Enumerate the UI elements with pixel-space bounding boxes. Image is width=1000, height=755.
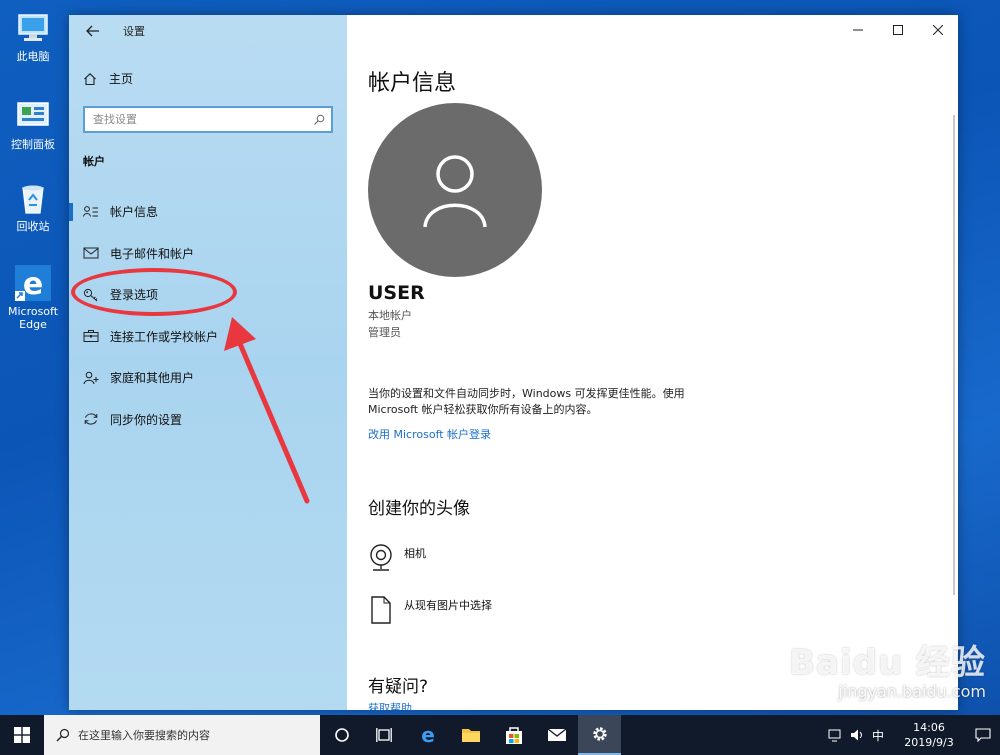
- sidebar-item-work-school[interactable]: 连接工作或学校帐户: [69, 316, 347, 358]
- sidebar-item-label: 同步你的设置: [110, 412, 183, 427]
- sidebar-nav: 帐户信息 电子邮件和帐户 登录选项 连接工作或学校帐户 家庭和其他用户 同步你的…: [69, 191, 347, 440]
- search-input[interactable]: [93, 113, 293, 126]
- input-method-indicator[interactable]: 中: [872, 727, 884, 744]
- key-icon: [83, 288, 98, 302]
- home-icon: [84, 72, 96, 85]
- action-center-button[interactable]: [966, 728, 1000, 742]
- settings-search-box[interactable]: [83, 106, 333, 133]
- window-title: 设置: [123, 25, 145, 38]
- taskbar-search-input[interactable]: [78, 728, 318, 742]
- system-tray: 中 14:06 2019/9/3: [828, 715, 1000, 755]
- close-icon: [933, 25, 943, 35]
- desktop-icon-label: 回收站: [16, 220, 50, 233]
- picture-file-icon: [371, 596, 391, 624]
- maximize-button[interactable]: [878, 15, 918, 45]
- taskbar-store[interactable]: [492, 715, 535, 755]
- desktop-icon-control-panel[interactable]: 控制面板: [4, 98, 62, 151]
- account-type: 本地帐户: [368, 309, 412, 322]
- camera-option[interactable]: 相机: [368, 543, 426, 573]
- taskbar-file-explorer[interactable]: [449, 715, 492, 755]
- recycle-bin-icon: [22, 185, 44, 214]
- sidebar-item-account-info[interactable]: 帐户信息: [69, 191, 347, 233]
- search-icon[interactable]: [313, 114, 325, 126]
- faq-heading: 有疑问?: [368, 677, 429, 697]
- sync-icon: [84, 413, 98, 425]
- camera-icon: [370, 544, 392, 571]
- section-label: 帐户: [83, 155, 105, 168]
- choose-picture-label: 从现有图片中选择: [404, 599, 492, 612]
- taskbar-mail[interactable]: [535, 715, 578, 755]
- sidebar-item-label: 连接工作或学校帐户: [110, 329, 219, 344]
- window-controls: [838, 15, 958, 45]
- user-avatar-icon: [423, 155, 487, 228]
- sidebar-item-family-users[interactable]: 家庭和其他用户: [69, 357, 347, 399]
- volume-icon[interactable]: [850, 728, 864, 742]
- computer-icon: [18, 14, 48, 41]
- taskbar: e: [0, 715, 1000, 755]
- taskbar-search-box[interactable]: [44, 715, 320, 755]
- settings-main-panel: 帐户信息 USER 本地帐户 管理员 当你的设置和文件自动同步时，Windows…: [347, 15, 958, 710]
- settings-window: 设置 主页 帐户 帐户信息: [69, 15, 958, 710]
- mail-icon: [83, 247, 99, 259]
- windows-logo-icon: [14, 727, 30, 743]
- gear-icon: [592, 727, 607, 741]
- notification-icon: [975, 728, 991, 742]
- control-panel-icon: [17, 102, 49, 126]
- sidebar-item-label: 登录选项: [110, 288, 159, 303]
- desktop-icon-label: Microsoft Edge: [7, 305, 59, 331]
- page-title: 帐户信息: [368, 71, 457, 96]
- desktop-icon-recycle-bin[interactable]: 回收站: [4, 180, 62, 233]
- account-info-icon: [83, 205, 98, 217]
- sidebar-item-email-accounts[interactable]: 电子邮件和帐户: [69, 233, 347, 275]
- cortana-icon: [334, 728, 349, 742]
- taskbar-edge[interactable]: e: [406, 715, 449, 755]
- sidebar-item-sign-in-options[interactable]: 登录选项: [69, 274, 347, 316]
- close-button[interactable]: [918, 15, 958, 45]
- camera-option-label: 相机: [404, 547, 426, 560]
- clock-time: 14:06: [913, 721, 945, 734]
- svg-text:e: e: [23, 267, 43, 301]
- search-icon: [56, 728, 70, 742]
- settings-sidebar: 设置 主页 帐户 帐户信息: [69, 15, 347, 710]
- avatar: [368, 103, 542, 277]
- add-user-icon: [83, 371, 99, 384]
- switch-to-microsoft-account-link[interactable]: 改用 Microsoft 帐户登录: [368, 426, 491, 442]
- network-icon[interactable]: [828, 728, 842, 742]
- task-view-button[interactable]: [363, 715, 406, 755]
- folder-icon: [461, 729, 480, 742]
- svg-text:e: e: [421, 725, 435, 745]
- create-avatar-heading: 创建你的头像: [368, 499, 470, 519]
- sidebar-item-label: 家庭和其他用户: [110, 371, 195, 386]
- edge-icon: e: [421, 725, 435, 745]
- briefcase-icon: [83, 330, 99, 343]
- desktop-icon-label: 控制面板: [11, 138, 55, 151]
- sidebar-item-label: 主页: [109, 72, 134, 86]
- scrollbar[interactable]: [953, 115, 955, 595]
- desktop-icon-edge[interactable]: e Microsoft Edge: [4, 265, 62, 331]
- maximize-icon: [893, 25, 903, 35]
- back-arrow-icon[interactable]: [83, 21, 103, 41]
- desktop-icon-label: 此电脑: [16, 50, 50, 63]
- clock-date: 2019/9/3: [904, 736, 954, 749]
- account-role: 管理员: [368, 326, 401, 339]
- choose-picture-option[interactable]: 从现有图片中选择: [368, 595, 492, 625]
- desktop-icon-this-pc[interactable]: 此电脑: [4, 10, 62, 63]
- get-help-link[interactable]: 获取帮助: [368, 700, 412, 710]
- start-button[interactable]: [0, 715, 44, 755]
- sync-description: 当你的设置和文件自动同步时，Windows 可发挥更佳性能。使用 Microso…: [368, 387, 685, 416]
- cortana-button[interactable]: [320, 715, 363, 755]
- minimize-button[interactable]: [838, 15, 878, 45]
- store-icon: [505, 727, 522, 744]
- sidebar-item-label: 帐户信息: [110, 205, 159, 220]
- taskbar-settings[interactable]: [578, 715, 621, 755]
- task-view-icon: [375, 728, 392, 742]
- sidebar-item-home[interactable]: 主页: [83, 70, 133, 87]
- sidebar-item-sync-settings[interactable]: 同步你的设置: [69, 399, 347, 441]
- sidebar-item-label: 电子邮件和帐户: [110, 246, 195, 261]
- user-name: USER: [368, 282, 425, 304]
- mail-icon: [547, 728, 566, 741]
- edge-icon: e: [15, 265, 51, 301]
- taskbar-clock[interactable]: 14:06 2019/9/3: [892, 720, 966, 750]
- minimize-icon: [853, 29, 863, 31]
